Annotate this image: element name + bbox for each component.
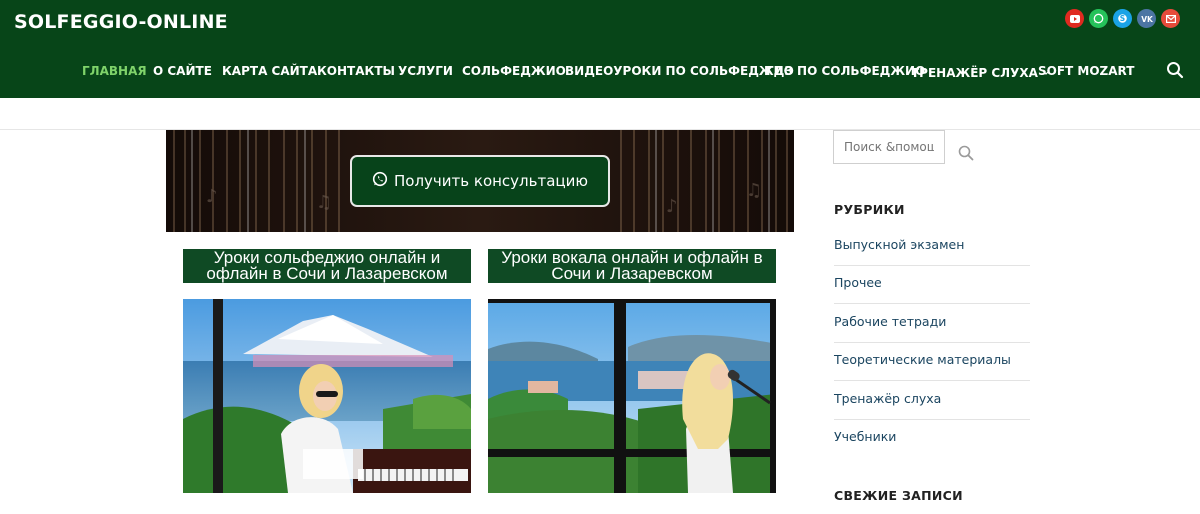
card-title-solfeggio[interactable]: Уроки сольфеджио онлайн и офлайн в Сочи … bbox=[183, 249, 471, 283]
card-title-vocal[interactable]: Уроки вокала онлайн и офлайн в Сочи и Ла… bbox=[488, 249, 776, 283]
svg-text:♫: ♫ bbox=[316, 192, 332, 213]
site-title[interactable]: SOLFEGGIO-ONLINE bbox=[14, 11, 228, 33]
consultation-banner: ♪ ♫ ♪ ♫ Получить консультацию bbox=[166, 130, 794, 232]
main-nav: ГЛАВНАЯ О САЙТЕ КАРТА САЙТА КОНТАКТЫ УСЛ… bbox=[0, 63, 1200, 81]
category-link[interactable]: Прочее bbox=[834, 275, 882, 290]
social-links: S VK bbox=[1065, 9, 1180, 28]
card-title-line: офлайн в Сочи и Лазаревском bbox=[206, 264, 448, 283]
category-link[interactable]: Выпускной экзамен bbox=[834, 237, 964, 252]
whatsapp-icon bbox=[372, 171, 388, 191]
nav-item-solfeggio[interactable]: СОЛЬФЕДЖИО bbox=[462, 63, 566, 79]
category-item: Учебники bbox=[834, 420, 1030, 458]
consultation-button-label: Получить консультацию bbox=[394, 172, 588, 190]
sidebar-search-input[interactable] bbox=[833, 130, 945, 164]
card-image-vocal[interactable] bbox=[488, 299, 776, 493]
svg-text:♪: ♪ bbox=[666, 196, 678, 217]
category-item: Теоретические материалы bbox=[834, 343, 1030, 381]
nav-item-sitemap[interactable]: КАРТА САЙТА bbox=[222, 63, 317, 79]
card-title-line: Сочи и Лазаревском bbox=[551, 264, 713, 283]
svg-text:♪: ♪ bbox=[206, 186, 218, 207]
nav-item-video-lessons[interactable]: ВИДЕОУРОКИ ПО СОЛЬФЕДЖИО bbox=[565, 63, 794, 79]
nav-item-home[interactable]: ГЛАВНАЯ bbox=[82, 63, 147, 79]
nav-item-contacts[interactable]: КОНТАКТЫ bbox=[317, 63, 395, 79]
nav-item-soft-mozart[interactable]: SOFT MOZART bbox=[1038, 63, 1134, 79]
youtube-icon[interactable] bbox=[1065, 9, 1084, 28]
category-link[interactable]: Рабочие тетради bbox=[834, 314, 946, 329]
categories-heading: РУБРИКИ bbox=[834, 202, 905, 217]
svg-text:S: S bbox=[1120, 14, 1125, 23]
nav-item-services[interactable]: УСЛУГИ bbox=[398, 63, 453, 79]
search-icon[interactable] bbox=[1166, 61, 1184, 79]
email-icon[interactable] bbox=[1161, 9, 1180, 28]
svg-text:VK: VK bbox=[1141, 15, 1153, 23]
category-link[interactable]: Теоретические материалы bbox=[834, 352, 1011, 367]
consultation-button[interactable]: Получить консультацию bbox=[350, 155, 610, 207]
category-link[interactable]: Учебники bbox=[834, 429, 896, 444]
category-item: Рабочие тетради bbox=[834, 305, 1030, 343]
category-item: Прочее bbox=[834, 266, 1030, 304]
nav-item-ear-trainer[interactable]: ТРЕНАЖЁР СЛУХА bbox=[911, 63, 1050, 81]
vk-icon[interactable]: VK bbox=[1137, 9, 1156, 28]
category-item: Тренажёр слуха bbox=[834, 382, 1030, 420]
nav-item-about[interactable]: О САЙТЕ bbox=[153, 63, 212, 79]
recent-posts-heading: СВЕЖИЕ ЗАПИСИ bbox=[834, 488, 963, 503]
category-item: Выпускной экзамен bbox=[834, 228, 1030, 266]
category-link[interactable]: Тренажёр слуха bbox=[834, 391, 941, 406]
nav-item-gdz[interactable]: ГДЗ ПО СОЛЬФЕДЖИО bbox=[766, 63, 925, 79]
search-icon[interactable] bbox=[958, 145, 974, 161]
header-divider bbox=[0, 98, 1200, 130]
svg-text:♫: ♫ bbox=[746, 180, 762, 201]
skype-icon[interactable]: S bbox=[1113, 9, 1132, 28]
card-image-solfeggio[interactable] bbox=[183, 299, 471, 493]
nav-item-ear-trainer-label: ТРЕНАЖЁР СЛУХА bbox=[911, 66, 1038, 80]
whatsapp-icon[interactable] bbox=[1089, 9, 1108, 28]
site-header: SOLFEGGIO-ONLINE S VK ГЛАВНАЯ О САЙТЕ КА… bbox=[0, 0, 1200, 98]
